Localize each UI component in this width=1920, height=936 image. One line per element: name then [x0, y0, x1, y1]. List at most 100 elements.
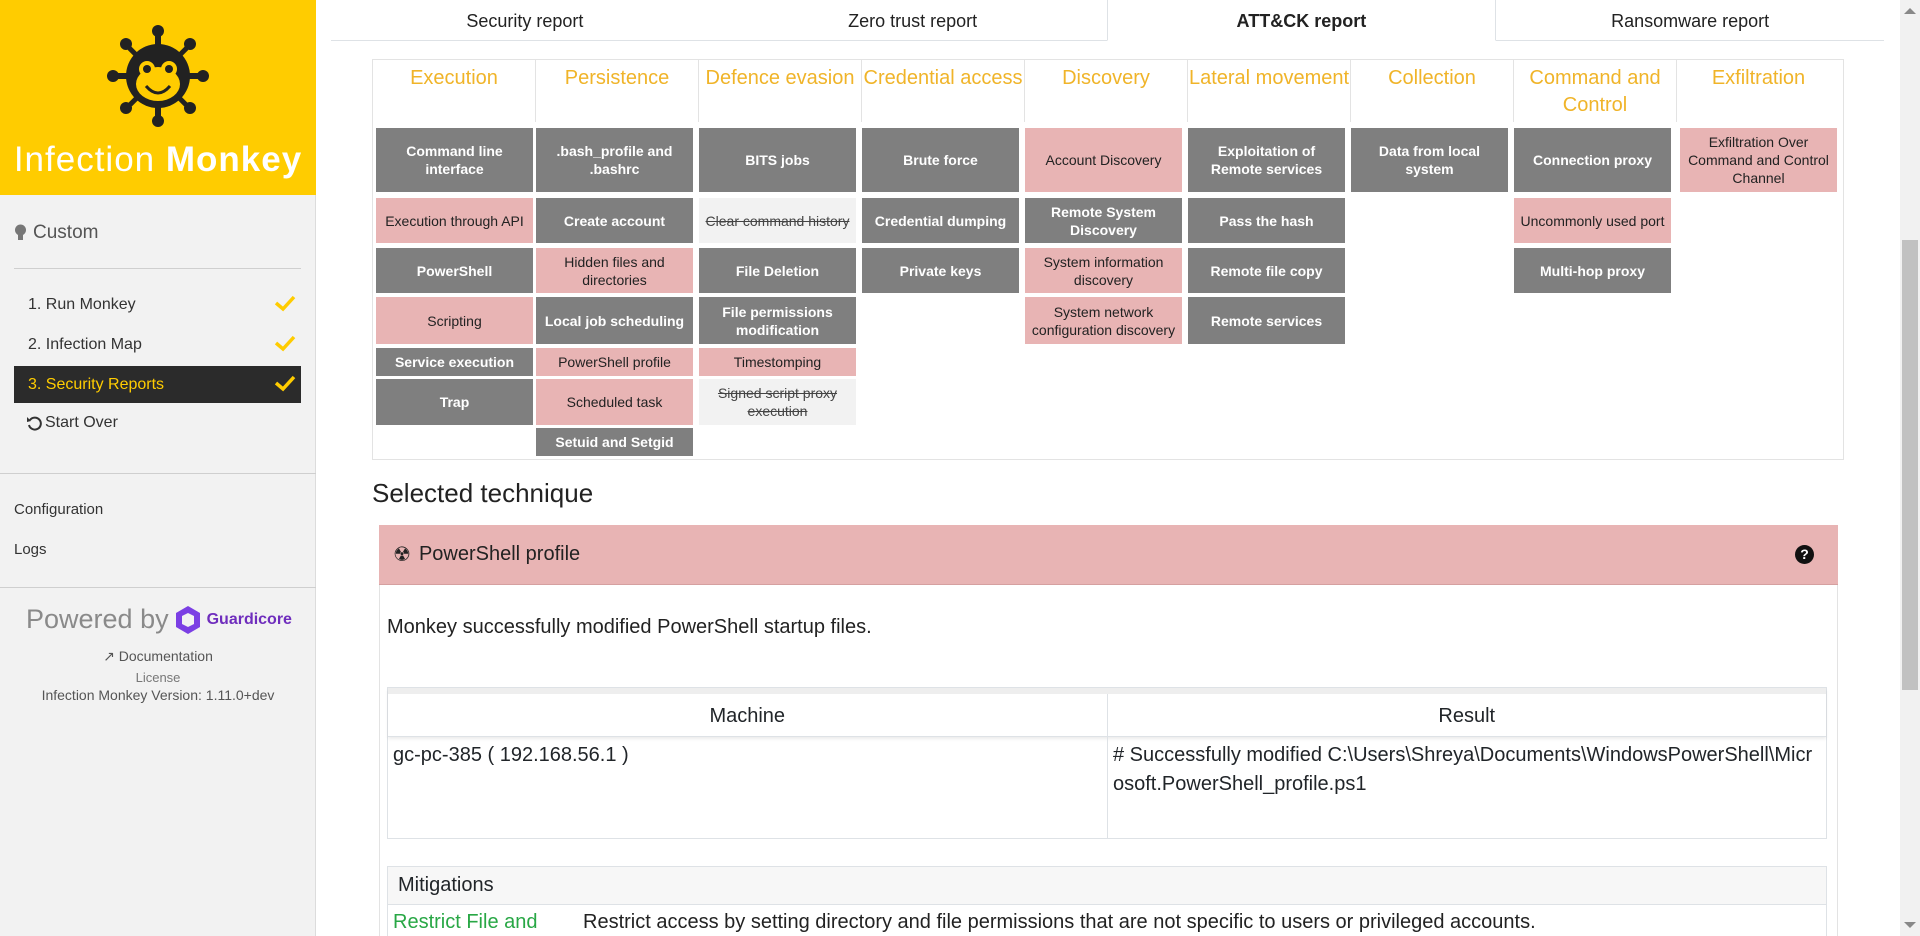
technique-cell[interactable]: Timestomping: [699, 348, 856, 376]
divider: [14, 268, 301, 269]
undo-icon: [27, 416, 42, 431]
nav-infection-map[interactable]: 2. Infection Map: [14, 326, 301, 363]
column-header-discovery: Discovery: [1025, 60, 1188, 122]
tab-zero-trust-report[interactable]: Zero trust report: [719, 0, 1107, 40]
documentation-label: Documentation: [118, 648, 213, 664]
technique-cell[interactable]: Uncommonly used port: [1514, 198, 1671, 243]
scroll-up-icon[interactable]: [1904, 8, 1916, 14]
technique-cell[interactable]: .bash_profile and .bashrc: [536, 128, 693, 192]
mode-label: Custom: [33, 222, 99, 243]
technique-cell[interactable]: Pass the hash: [1188, 198, 1345, 243]
technique-cell[interactable]: Setuid and Setgid: [536, 428, 693, 456]
powered-by[interactable]: Powered by Guardicore: [26, 604, 292, 635]
technique-cell[interactable]: Brute force: [862, 128, 1019, 192]
scroll-thumb[interactable]: [1902, 240, 1918, 690]
mitigation-row: Restrict File and Restrict access by set…: [388, 905, 1826, 934]
column-header-machine[interactable]: Machine: [388, 694, 1108, 736]
column-header-collection: Collection: [1351, 60, 1514, 122]
technique-panel-header[interactable]: ☢ PowerShell profile ?: [379, 525, 1838, 585]
column-header-credential-access: Credential access: [862, 60, 1025, 122]
documentation-link[interactable]: ↗ Documentation: [0, 648, 316, 665]
technique-cell[interactable]: Credential dumping: [862, 198, 1019, 243]
configuration-link[interactable]: Configuration: [14, 501, 103, 518]
technique-cell[interactable]: PowerShell: [376, 248, 533, 293]
technique-cell[interactable]: Data from local system: [1351, 128, 1508, 192]
technique-cell[interactable]: Connection proxy: [1514, 128, 1671, 192]
logo-text: Infection Monkey: [13, 140, 303, 179]
checkmark-icon: [274, 335, 296, 352]
technique-cell[interactable]: Multi-hop proxy: [1514, 248, 1671, 293]
technique-cell[interactable]: Command line interface: [376, 128, 533, 192]
machine-cell: gc-pc-385 ( 192.168.56.1 ): [388, 737, 1108, 838]
checkmark-icon: [274, 295, 296, 312]
technique-cell[interactable]: Scripting: [376, 297, 533, 344]
version-text: Infection Monkey Version: 1.11.0+dev: [41, 687, 275, 703]
mitigations-heading: Mitigations: [388, 867, 1826, 905]
technique-cell[interactable]: Exploitation of Remote services: [1188, 128, 1345, 192]
sidebar: Infection Monkey Custom 1. Run Monkey 2.…: [0, 0, 316, 936]
column-header-lateral-movement: Lateral movement: [1188, 60, 1351, 122]
technique-message: Monkey successfully modified PowerShell …: [387, 616, 872, 638]
report-tabs: Security report Zero trust report ATT&CK…: [331, 0, 1884, 41]
logs-link[interactable]: Logs: [14, 541, 47, 558]
mitigations-section: Mitigations Restrict File and Restrict a…: [387, 866, 1827, 936]
start-over-link[interactable]: Start Over: [26, 414, 118, 432]
nav-label: 2. Infection Map: [28, 335, 142, 353]
technique-cell[interactable]: Trap: [376, 379, 533, 425]
technique-cell-disabled[interactable]: Signed script proxy execution: [699, 379, 856, 425]
scrollbar[interactable]: [1900, 0, 1920, 936]
guardicore-label: Guardicore: [206, 610, 292, 628]
mitigation-link[interactable]: Restrict File and: [388, 911, 583, 934]
technique-cell[interactable]: Hidden files and directories: [536, 248, 693, 293]
technique-cell[interactable]: System network configuration discovery: [1025, 297, 1182, 344]
nav-security-reports[interactable]: 3. Security Reports: [14, 366, 301, 403]
scroll-down-icon[interactable]: [1904, 922, 1916, 928]
table-row: gc-pc-385 ( 192.168.56.1 ) # Successfull…: [388, 737, 1826, 838]
column-header-persistence: Persistence: [536, 60, 699, 122]
result-cell: # Successfully modified C:\Users\Shreya\…: [1113, 744, 1813, 795]
guardicore-logo-icon: [175, 605, 200, 634]
powered-by-label: Powered by: [26, 604, 169, 634]
column-header-result[interactable]: Result: [1108, 694, 1827, 736]
monkey-virus-icon: [107, 25, 209, 127]
technique-cell[interactable]: Execution through API: [376, 198, 533, 243]
radiation-icon: ☢: [393, 544, 411, 566]
technique-cell[interactable]: Remote services: [1188, 297, 1345, 344]
license-link[interactable]: License: [0, 670, 316, 685]
technique-cell[interactable]: Remote file copy: [1188, 248, 1345, 293]
nav-label: 1. Run Monkey: [28, 295, 136, 313]
tab-ransomware-report[interactable]: Ransomware report: [1496, 0, 1884, 40]
technique-cell[interactable]: Private keys: [862, 248, 1019, 293]
technique-cell[interactable]: Exfiltration Over Command and Control Ch…: [1680, 128, 1837, 192]
technique-cell-selected[interactable]: PowerShell profile: [536, 348, 693, 376]
column-header-defence-evasion: Defence evasion: [699, 60, 862, 122]
technique-cell[interactable]: System information discovery: [1025, 248, 1182, 293]
start-over-label: Start Over: [45, 414, 118, 431]
column-header-execution: Execution: [373, 60, 536, 122]
technique-cell[interactable]: Account Discovery: [1025, 128, 1182, 192]
tab-attack-report[interactable]: ATT&CK report: [1106, 0, 1497, 41]
technique-cell[interactable]: File permissions modification: [699, 297, 856, 344]
table-header-row: Machine Result: [388, 688, 1826, 737]
checkmark-icon: [274, 375, 296, 392]
tab-security-report[interactable]: Security report: [331, 0, 719, 40]
logo[interactable]: Infection Monkey: [0, 0, 316, 195]
mitigation-description: Restrict access by setting directory and…: [583, 911, 1536, 933]
mode-indicator: Custom: [14, 222, 98, 244]
help-icon[interactable]: ?: [1795, 545, 1814, 564]
technique-cell[interactable]: Service execution: [376, 348, 533, 376]
technique-cell[interactable]: BITS jobs: [699, 128, 856, 192]
nav-label: 3. Security Reports: [28, 375, 165, 393]
technique-cell[interactable]: Remote System Discovery: [1025, 198, 1182, 243]
lightbulb-icon: [15, 224, 26, 240]
technique-cell[interactable]: Local job scheduling: [536, 297, 693, 344]
external-link-icon: ↗: [103, 648, 115, 664]
technique-cell-disabled[interactable]: Clear command history: [699, 198, 856, 243]
technique-cell[interactable]: File Deletion: [699, 248, 856, 293]
technique-cell[interactable]: Scheduled task: [536, 379, 693, 425]
attack-matrix: Execution Persistence Defence evasion Cr…: [372, 59, 1844, 460]
technique-cell[interactable]: Create account: [536, 198, 693, 243]
divider: [0, 587, 316, 588]
column-header-command-and-control: Command and Control: [1514, 60, 1677, 122]
nav-run-monkey[interactable]: 1. Run Monkey: [14, 286, 301, 323]
